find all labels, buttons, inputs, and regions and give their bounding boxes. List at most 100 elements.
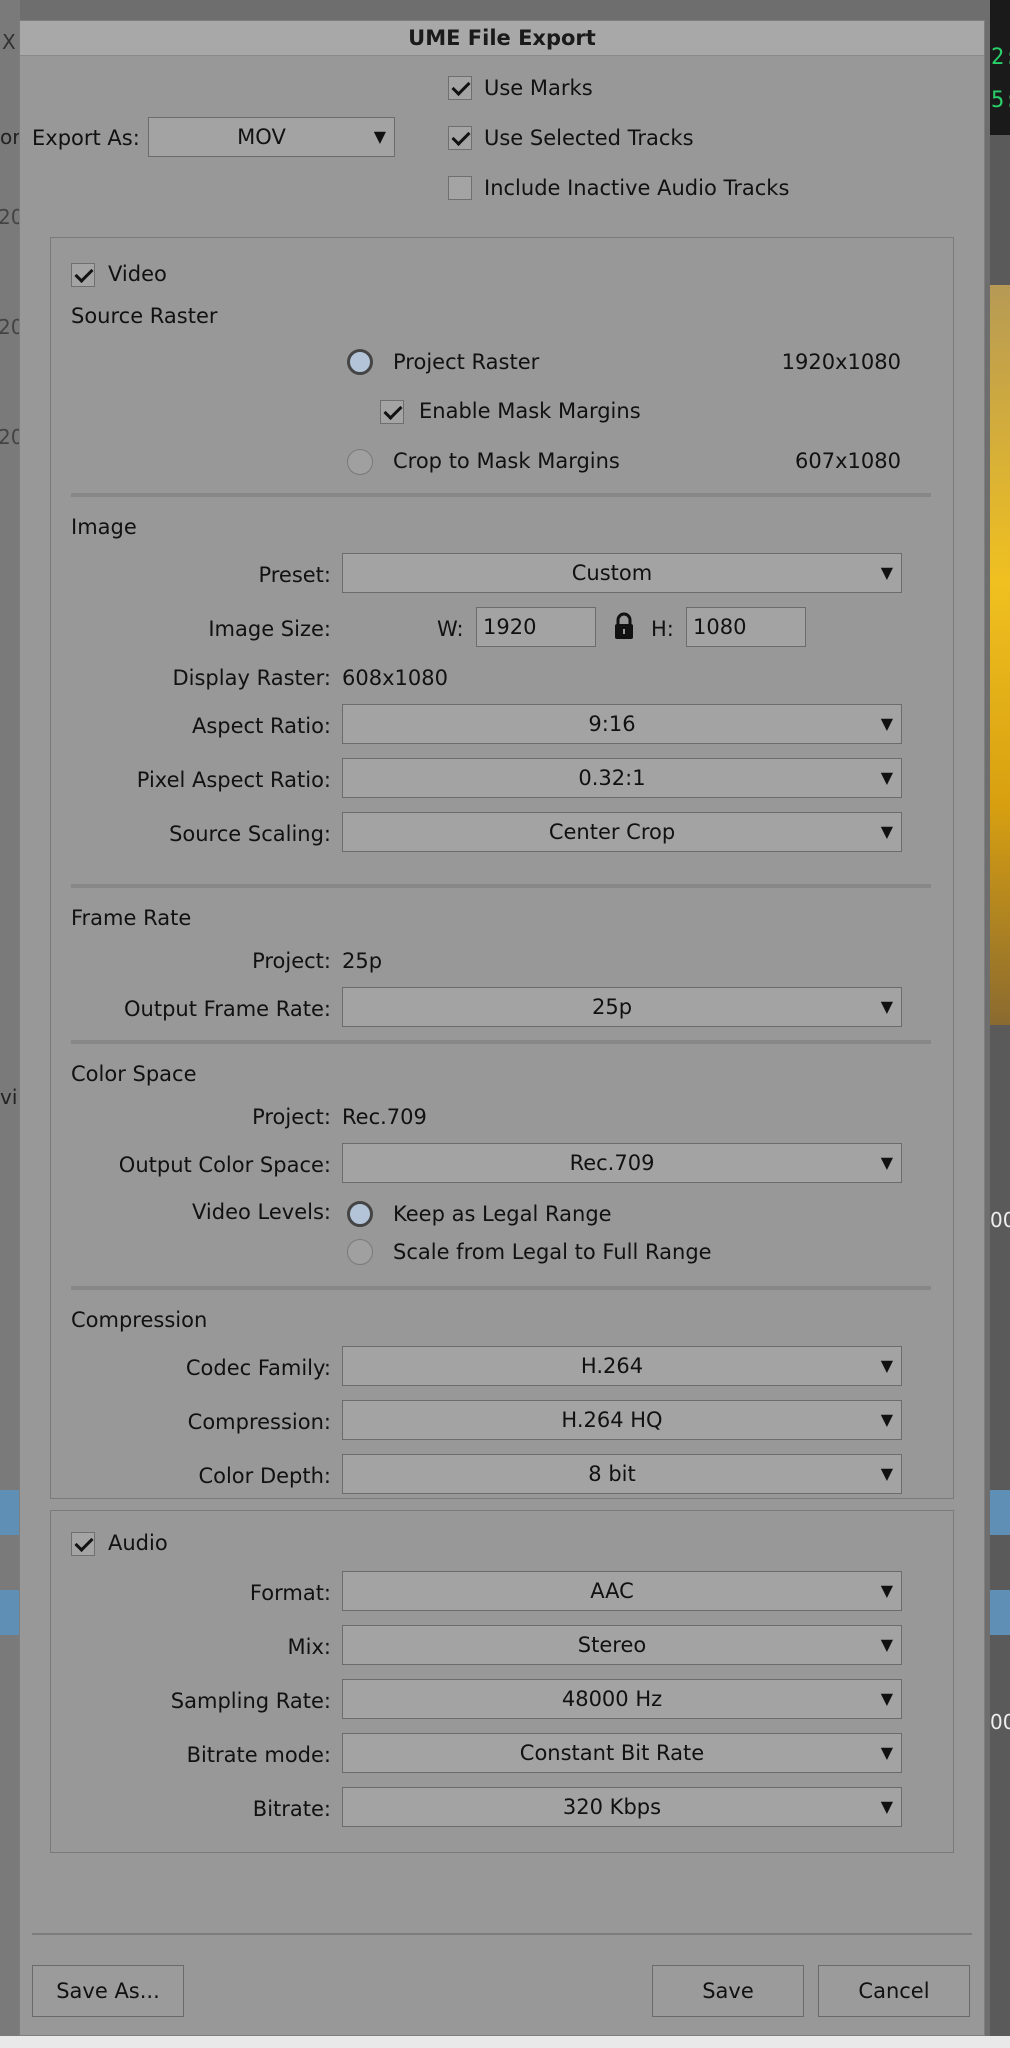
bitrate-mode-value: Constant Bit Rate: [519, 1741, 705, 1765]
video-checkbox[interactable]: [71, 263, 95, 287]
chevron-down-icon: ▼: [880, 1464, 893, 1483]
aspect-ratio-value: 9:16: [588, 712, 636, 736]
mix-value: Stereo: [577, 1633, 647, 1657]
image-title: Image: [71, 515, 137, 539]
sampling-rate-value: 48000 Hz: [561, 1687, 663, 1711]
chevron-down-icon: ▼: [880, 563, 893, 582]
use-selected-tracks-checkbox[interactable]: [448, 126, 472, 150]
output-frame-rate-label: Output Frame Rate:: [124, 997, 331, 1021]
divider: [71, 1040, 931, 1044]
compression-title: Compression: [71, 1308, 208, 1332]
bitrate-mode-label: Bitrate mode:: [186, 1743, 331, 1767]
compression-label: Compression:: [187, 1410, 331, 1434]
mix-label: Mix:: [287, 1635, 331, 1659]
cs-project-value: Rec.709: [342, 1105, 427, 1129]
preset-value: Custom: [571, 561, 653, 585]
crop-to-mask-label: Crop to Mask Margins: [393, 449, 620, 473]
aspect-ratio-dropdown[interactable]: 9:16 ▼: [342, 704, 902, 744]
height-input[interactable]: 1080: [686, 607, 806, 647]
background-app-right: 2: 5: 00 00: [990, 0, 1010, 2048]
height-label: H:: [651, 617, 674, 641]
bg-preview-image: [990, 285, 1010, 1025]
codec-family-value: H.264: [580, 1354, 644, 1378]
bitrate-label: Bitrate:: [252, 1797, 331, 1821]
project-raster-radio[interactable]: [347, 349, 373, 375]
bg-text: 00: [990, 1710, 1010, 1734]
fr-project-label: Project:: [252, 949, 331, 973]
include-inactive-audio-checkbox[interactable]: [448, 176, 472, 200]
bg-text: 00: [990, 1208, 1010, 1232]
output-frame-rate-dropdown[interactable]: 25p ▼: [342, 987, 902, 1027]
width-input[interactable]: 1920: [476, 607, 596, 647]
source-scaling-label: Source Scaling:: [169, 822, 331, 846]
bg-text: vi: [0, 1085, 18, 1109]
compression-dropdown[interactable]: H.264 HQ ▼: [342, 1400, 902, 1440]
chevron-down-icon: ▼: [880, 1356, 893, 1375]
source-scaling-dropdown[interactable]: Center Crop ▼: [342, 812, 902, 852]
use-marks-label: Use Marks: [484, 76, 593, 100]
video-levels-label: Video Levels:: [192, 1200, 331, 1224]
display-raster-value: 608x1080: [342, 666, 448, 690]
project-raster-label: Project Raster: [393, 350, 540, 374]
audio-format-label: Format:: [249, 1581, 331, 1605]
lock-icon[interactable]: [612, 611, 636, 641]
chevron-down-icon: ▼: [880, 768, 893, 787]
save-button[interactable]: Save: [652, 1965, 804, 2017]
video-label: Video: [108, 262, 167, 286]
chevron-down-icon: ▼: [880, 1689, 893, 1708]
keep-legal-range-radio[interactable]: [347, 1201, 373, 1227]
pixel-aspect-value: 0.32:1: [578, 766, 646, 790]
output-color-space-label: Output Color Space:: [118, 1153, 331, 1177]
bg-text: or: [0, 125, 21, 149]
chevron-down-icon: ▼: [880, 714, 893, 733]
divider: [71, 1286, 931, 1290]
color-space-title: Color Space: [71, 1062, 197, 1086]
enable-mask-margins-checkbox[interactable]: [380, 400, 404, 424]
bg-status-bar: [0, 2036, 1010, 2048]
keep-legal-range-label: Keep as Legal Range: [393, 1202, 612, 1226]
use-marks-checkbox[interactable]: [448, 76, 472, 100]
bitrate-mode-dropdown[interactable]: Constant Bit Rate ▼: [342, 1733, 902, 1773]
compression-value: H.264 HQ: [561, 1408, 663, 1432]
cancel-button[interactable]: Cancel: [818, 1965, 970, 2017]
bitrate-dropdown[interactable]: 320 Kbps ▼: [342, 1787, 902, 1827]
codec-family-dropdown[interactable]: H.264 ▼: [342, 1346, 902, 1386]
output-frame-rate-value: 25p: [591, 995, 633, 1019]
image-size-label: Image Size:: [208, 617, 331, 641]
chevron-down-icon: ▼: [880, 1635, 893, 1654]
chevron-down-icon: ▼: [880, 1743, 893, 1762]
bg-close-glyph: X: [2, 30, 16, 54]
preset-dropdown[interactable]: Custom ▼: [342, 553, 902, 593]
color-depth-value: 8 bit: [588, 1462, 636, 1486]
codec-family-label: Codec Family:: [185, 1356, 331, 1380]
cs-project-label: Project:: [252, 1105, 331, 1129]
export-as-dropdown[interactable]: MOV ▼: [148, 117, 395, 157]
chevron-down-icon: ▼: [880, 1410, 893, 1429]
color-depth-dropdown[interactable]: 8 bit ▼: [342, 1454, 902, 1494]
bitrate-value: 320 Kbps: [562, 1795, 662, 1819]
bg-audio-track: [990, 1590, 1010, 1635]
project-raster-size: 1920x1080: [781, 350, 901, 374]
bg-timecode: 5:: [991, 88, 1010, 113]
footer-divider: [32, 1933, 972, 1935]
mix-dropdown[interactable]: Stereo ▼: [342, 1625, 902, 1665]
save-as-button[interactable]: Save As...: [32, 1965, 184, 2017]
export-as-value: MOV: [237, 125, 286, 149]
chevron-down-icon: ▼: [880, 822, 893, 841]
preset-label: Preset:: [258, 563, 331, 587]
sampling-rate-dropdown[interactable]: 48000 Hz ▼: [342, 1679, 902, 1719]
crop-to-mask-radio[interactable]: [347, 449, 373, 475]
scale-full-range-radio[interactable]: [347, 1239, 373, 1265]
fr-project-value: 25p: [342, 949, 383, 973]
audio-format-dropdown[interactable]: AAC ▼: [342, 1571, 902, 1611]
dialog-title: UME File Export: [20, 21, 984, 56]
output-color-space-dropdown[interactable]: Rec.709 ▼: [342, 1143, 902, 1183]
chevron-down-icon: ▼: [880, 1797, 893, 1816]
display-raster-label: Display Raster:: [172, 666, 331, 690]
include-inactive-audio-label: Include Inactive Audio Tracks: [484, 176, 790, 200]
bg-audio-track: [990, 1490, 1010, 1535]
scale-full-range-label: Scale from Legal to Full Range: [393, 1240, 712, 1264]
pixel-aspect-dropdown[interactable]: 0.32:1 ▼: [342, 758, 902, 798]
audio-checkbox[interactable]: [71, 1532, 95, 1556]
divider: [71, 493, 931, 497]
